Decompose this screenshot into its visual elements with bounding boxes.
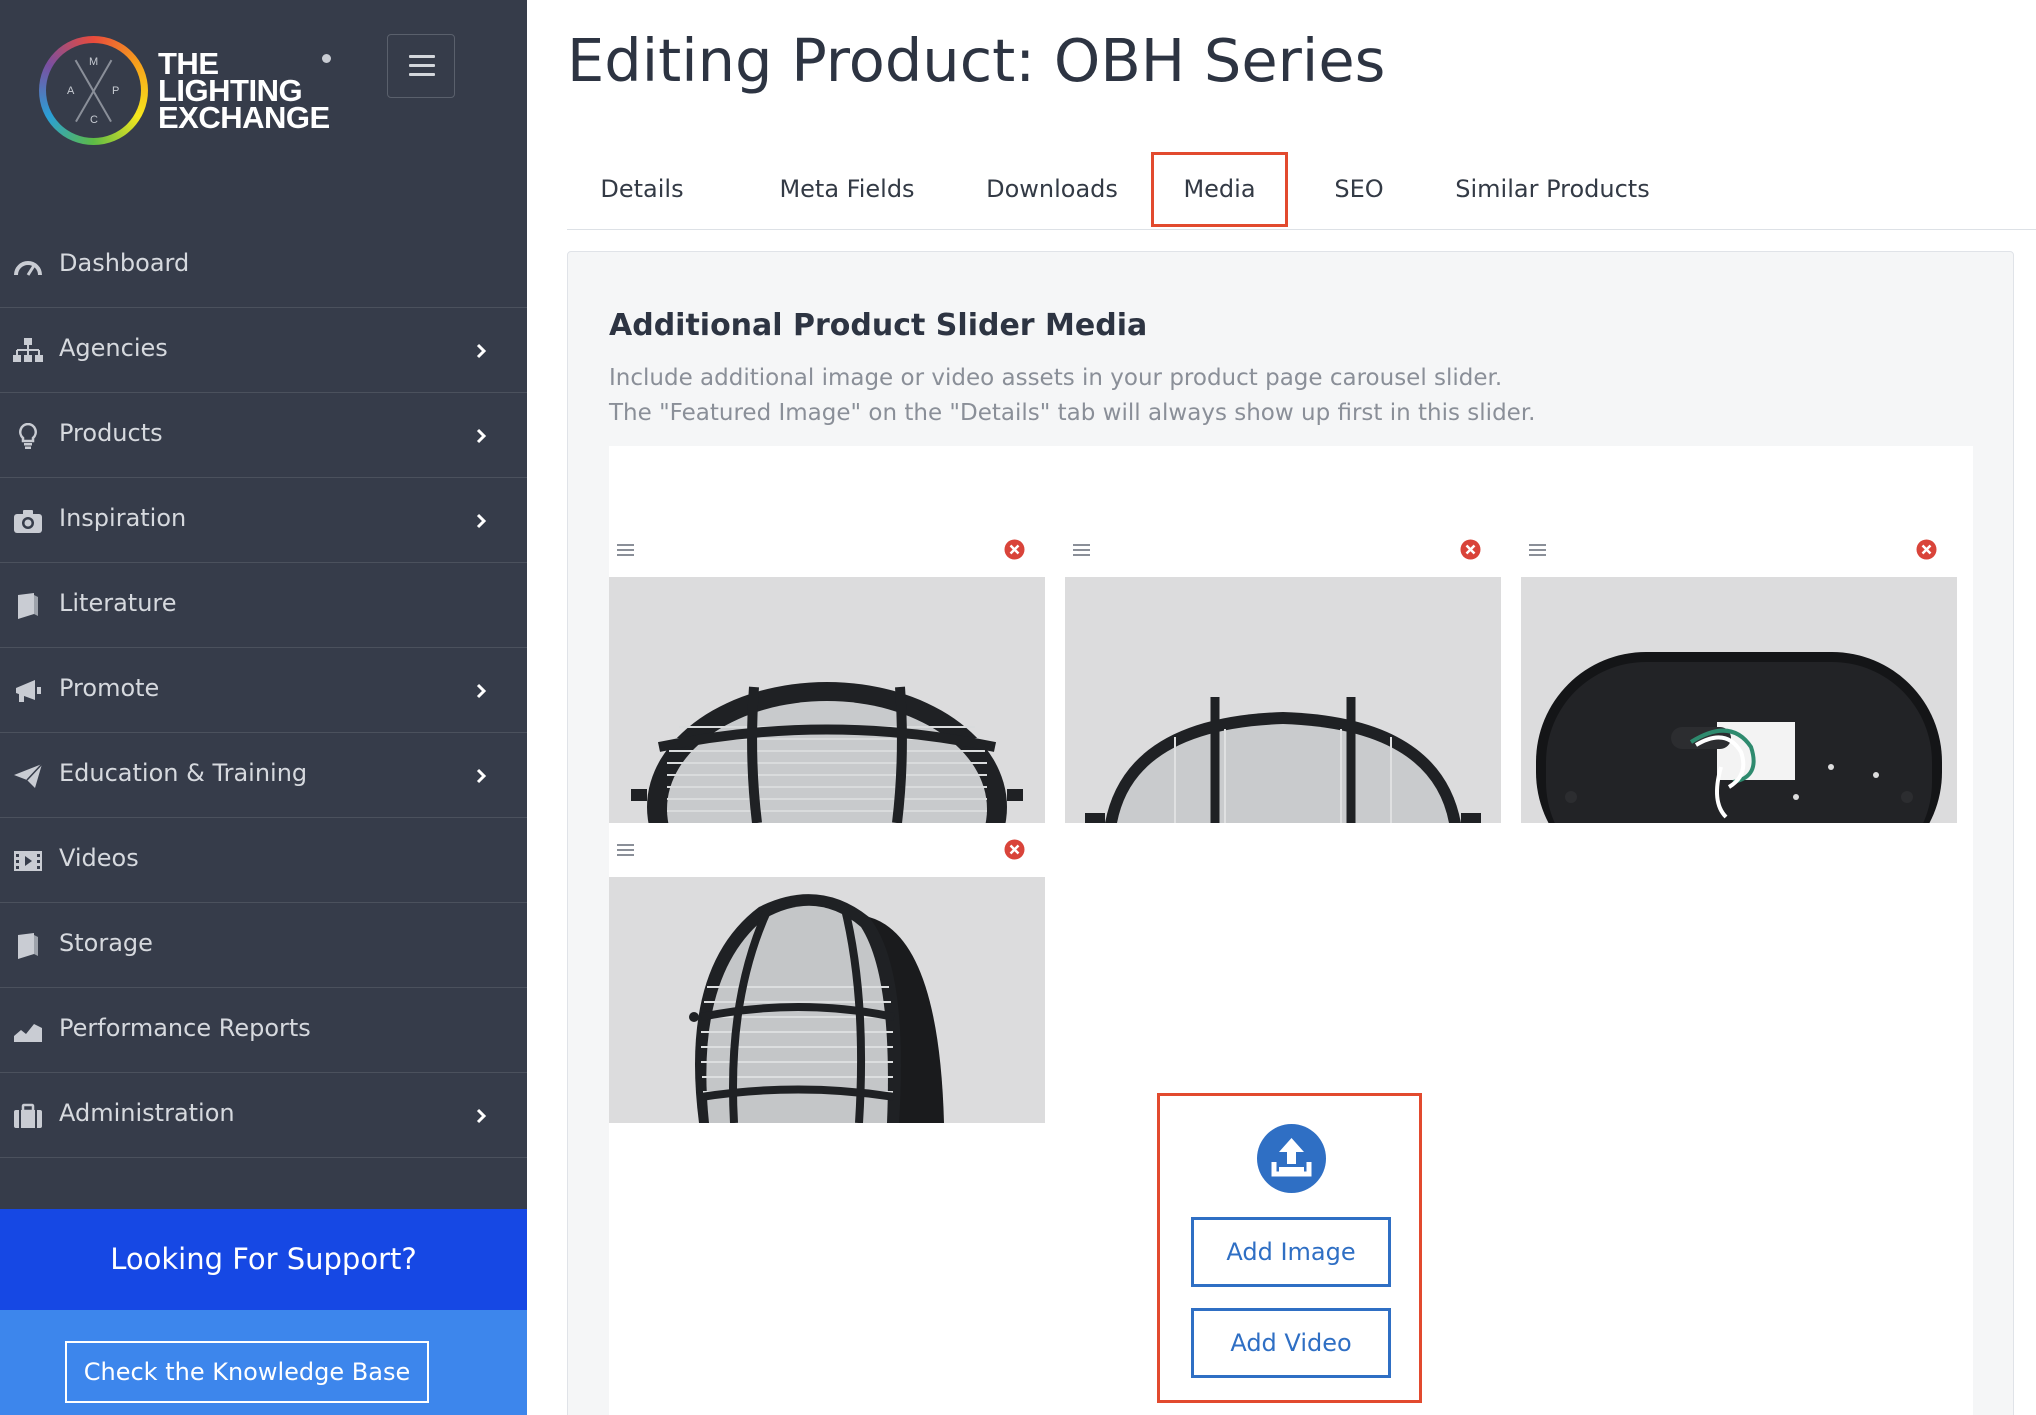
media-item[interactable] bbox=[609, 833, 1045, 1123]
remove-media-icon[interactable] bbox=[1916, 539, 1937, 560]
remove-media-icon[interactable] bbox=[1004, 839, 1025, 860]
sidebar-item-inspiration[interactable]: Inspiration bbox=[0, 478, 527, 563]
sidebar-item-promote[interactable]: Promote bbox=[0, 648, 527, 733]
add-image-button[interactable]: Add Image bbox=[1191, 1217, 1391, 1287]
chevron-right-icon bbox=[476, 513, 487, 529]
upload-controls: Add Image Add Video bbox=[1157, 1093, 1422, 1403]
add-video-button[interactable]: Add Video bbox=[1191, 1308, 1391, 1378]
media-item[interactable] bbox=[1065, 533, 1501, 823]
sidebar: M A P C THE LIGHTING EXCHANGE Dashboard bbox=[0, 0, 527, 1415]
menu-toggle-button[interactable] bbox=[387, 34, 455, 98]
chevron-right-icon bbox=[476, 683, 487, 699]
upload-icon[interactable] bbox=[1257, 1124, 1326, 1193]
gauge-icon bbox=[14, 261, 42, 276]
book-icon bbox=[18, 933, 38, 959]
sidebar-item-literature[interactable]: Literature bbox=[0, 563, 527, 648]
knowledge-base-button[interactable]: Check the Knowledge Base bbox=[65, 1341, 429, 1403]
chevron-right-icon bbox=[476, 428, 487, 444]
brand-logo[interactable]: M A P C THE LIGHTING EXCHANGE bbox=[39, 36, 339, 152]
lightbulb-icon bbox=[19, 423, 37, 449]
drag-handle-icon[interactable] bbox=[1073, 543, 1090, 557]
remove-media-icon[interactable] bbox=[1460, 539, 1481, 560]
remove-media-icon[interactable] bbox=[1004, 539, 1025, 560]
media-thumbnail bbox=[609, 577, 1045, 823]
logo-ring: M A P C bbox=[39, 36, 148, 145]
drag-handle-icon[interactable] bbox=[617, 843, 634, 857]
sidebar-item-videos[interactable]: Videos bbox=[0, 818, 527, 903]
tab-media[interactable]: Media bbox=[1151, 152, 1288, 227]
sitemap-icon bbox=[13, 338, 43, 362]
product-tabs: Details Meta Fields Downloads Media SEO … bbox=[567, 152, 2036, 230]
sidebar-item-storage[interactable]: Storage bbox=[0, 903, 527, 988]
sidebar-item-education-training[interactable]: Education & Training bbox=[0, 733, 527, 818]
sidebar-item-products[interactable]: Products bbox=[0, 393, 527, 478]
registered-mark-icon bbox=[322, 54, 331, 63]
chevron-right-icon bbox=[476, 1108, 487, 1124]
paper-plane-icon bbox=[14, 763, 43, 788]
back-wiring-image bbox=[1521, 577, 1957, 823]
chevron-right-icon bbox=[476, 343, 487, 359]
drag-handle-icon[interactable] bbox=[1529, 543, 1546, 557]
logo-wordmark: THE LIGHTING EXCHANGE bbox=[158, 46, 330, 135]
tab-details[interactable]: Details bbox=[587, 152, 697, 227]
side-caged-light-image bbox=[1065, 577, 1501, 823]
section-title: Additional Product Slider Media bbox=[609, 308, 1148, 343]
sidebar-item-performance-reports[interactable]: Performance Reports bbox=[0, 988, 527, 1073]
tab-meta-fields[interactable]: Meta Fields bbox=[767, 152, 927, 227]
sidebar-nav: Dashboard Agencies Products Inspiration … bbox=[0, 223, 527, 1158]
chevron-right-icon bbox=[476, 768, 487, 784]
support-panel: Looking For Support? Check the Knowledge… bbox=[0, 1209, 527, 1415]
sidebar-item-agencies[interactable]: Agencies bbox=[0, 308, 527, 393]
briefcase-icon bbox=[14, 1103, 42, 1128]
page-title: Editing Product: OBH Series bbox=[567, 26, 1386, 95]
media-thumbnail bbox=[1521, 577, 1957, 823]
media-item[interactable] bbox=[1521, 533, 1957, 823]
media-item[interactable] bbox=[609, 533, 1045, 823]
media-thumbnail bbox=[609, 877, 1045, 1123]
drag-handle-icon[interactable] bbox=[617, 543, 634, 557]
angled-caged-light-image bbox=[609, 877, 1045, 1123]
sidebar-item-dashboard[interactable]: Dashboard bbox=[0, 223, 527, 308]
book-icon bbox=[18, 593, 38, 619]
support-heading: Looking For Support? bbox=[0, 1209, 527, 1310]
film-icon bbox=[14, 851, 42, 871]
megaphone-icon bbox=[16, 680, 41, 702]
tab-seo[interactable]: SEO bbox=[1319, 152, 1399, 227]
hamburger-icon bbox=[409, 55, 435, 58]
tab-downloads[interactable]: Downloads bbox=[972, 152, 1132, 227]
area-chart-icon bbox=[14, 1024, 42, 1042]
tab-similar-products[interactable]: Similar Products bbox=[1440, 152, 1665, 227]
sidebar-item-administration[interactable]: Administration bbox=[0, 1073, 527, 1158]
front-caged-light-image bbox=[609, 577, 1045, 823]
media-thumbnail bbox=[1065, 577, 1501, 823]
section-description: Include additional image or video assets… bbox=[609, 365, 1536, 426]
camera-icon bbox=[14, 510, 42, 533]
